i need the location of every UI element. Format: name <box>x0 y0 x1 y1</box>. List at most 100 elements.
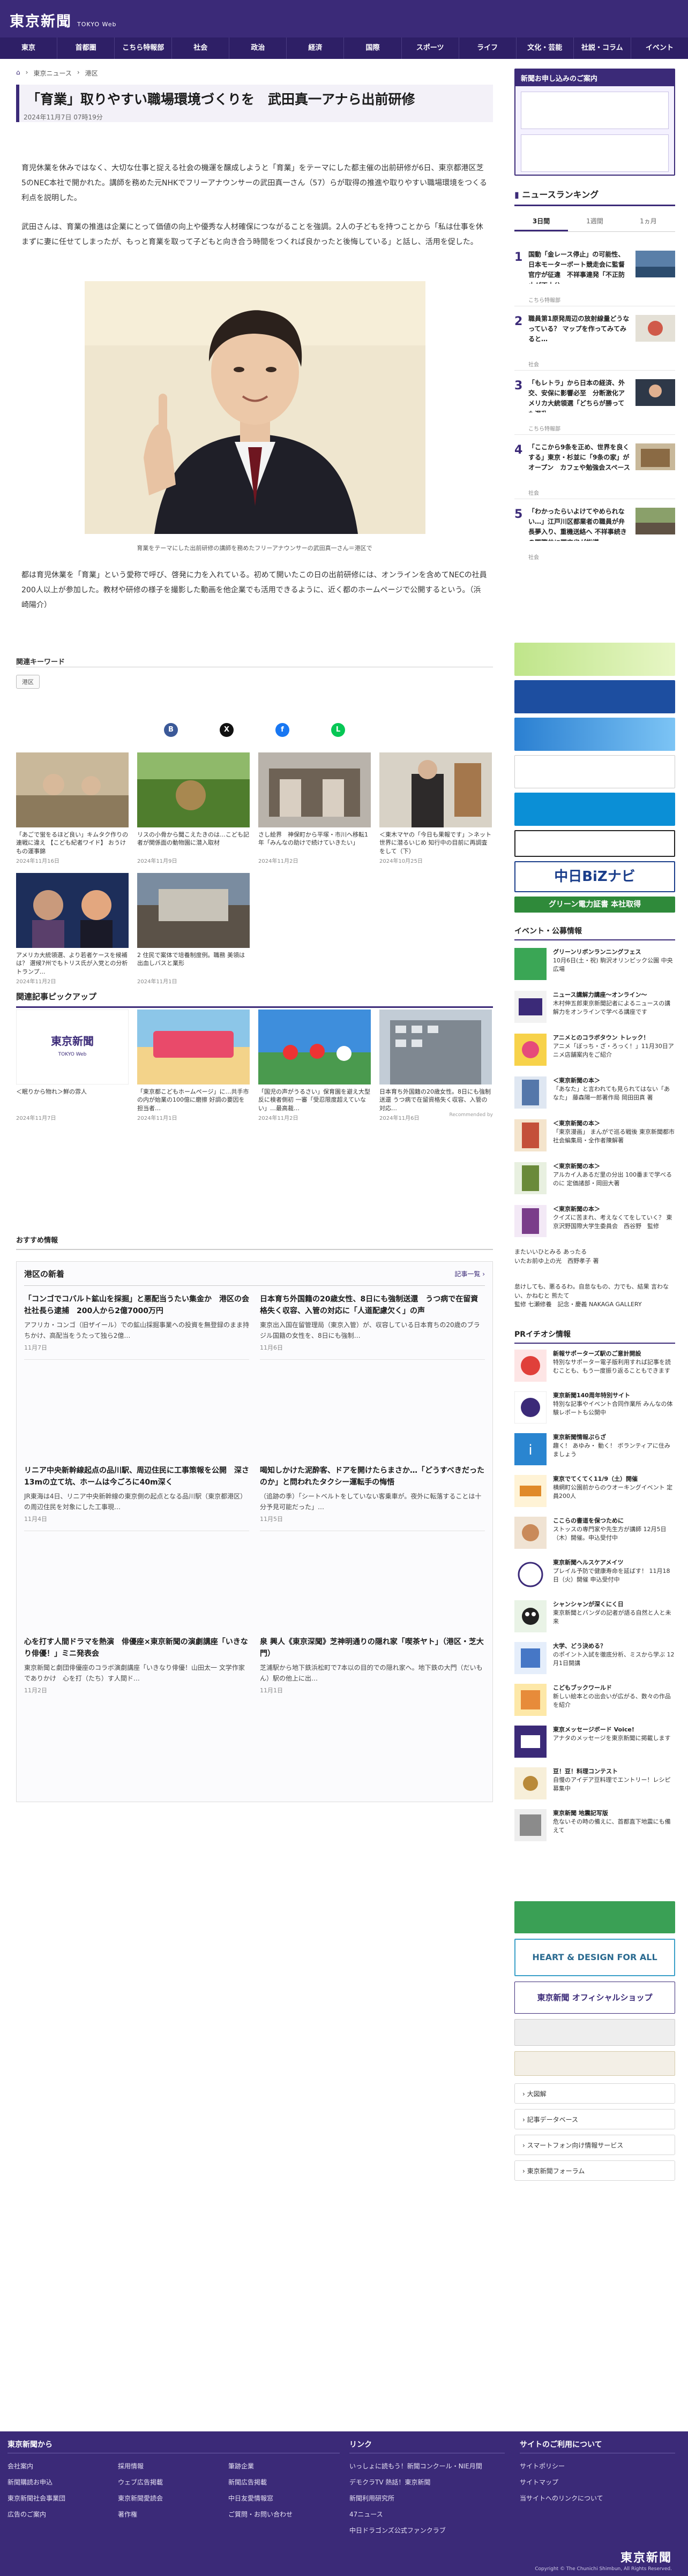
nav-item-event[interactable]: イベント <box>631 37 688 59</box>
pr-item[interactable]: 東京新聞140周年特別サイト 特別な記事やイベント合同作業所 みんなの体験レポート… <box>514 1391 675 1429</box>
ranking-tab-3days[interactable]: 3日間 <box>514 213 568 231</box>
pickup-card[interactable]: 東京新聞 TOKYO Web ＜眠りから物れ＞鮮の雰人 2024年11月7日 <box>16 1010 129 1121</box>
nav-item-life[interactable]: ライフ <box>459 37 517 59</box>
footer-link[interactable]: 新聞広告掲載 <box>228 2477 267 2487</box>
nav-item-tokyo[interactable]: 東京 <box>0 37 58 59</box>
official-shop-banner[interactable]: 東京新聞 オフィシャルショップ <box>514 1982 675 2014</box>
event-item[interactable]: アニメとのコラボタウン トレック！ アニメ「ぼっち・ざ・ろっく！」11月30日アニ… <box>514 1034 675 1071</box>
area-news-item[interactable]: 泉 興人《東京深聞》芝神明通りの隠れ家「喫茶ヤト」（港区・芝大門） 芝浦駅から地… <box>260 1637 485 1694</box>
link-smartphone-service[interactable]: › スマートフォン向け情報サービス <box>514 2135 675 2155</box>
ranking-item[interactable]: 3 「もレトラ」から日本の経済、外交、安保に影響必至 分断激化アメリカ大統領選「… <box>514 376 675 435</box>
pr-item[interactable]: 豆！豆！料理コンテスト 自慢のアイデア豆料理でエントリー！レシピ募集中 <box>514 1767 675 1805</box>
related-card[interactable]: 2 住民で案体で培養制度例。職務 美領は出血しバスと業形 2024年11月1日 <box>137 873 250 985</box>
footer-link[interactable]: 新聞購読お申込 <box>8 2477 53 2487</box>
footer-link[interactable]: サイトマップ <box>520 2477 558 2487</box>
footer-logo[interactable]: 東京新聞 <box>620 2548 672 2565</box>
keyword-tag[interactable]: 港区 <box>16 675 40 689</box>
pr-item[interactable]: i 東京新聞情報ぷらざ 趣く！ あゆみ・ 動く！ ボランティアに住みましょう <box>514 1433 675 1471</box>
bizbavi-banner[interactable]: 中日BiZナビ <box>514 861 675 892</box>
footer-link[interactable]: デモクラTV 熱話！東京新聞 <box>349 2477 430 2487</box>
pickup-card[interactable]: 「国児の声がうるさい」保育園を避え大型反に検者側初 一審「受忍限度超えていない」… <box>258 1010 371 1121</box>
nav-item-shakai[interactable]: 社会 <box>172 37 230 59</box>
promo-banner[interactable] <box>514 643 675 676</box>
pr-item[interactable]: 東京新聞ヘルスケアメイツ プレイル予防で健康寿命を延ばす！ 11月18日（火）開催… <box>514 1558 675 1596</box>
event-item[interactable]: ＜東京新聞の本＞ 「あなた」と言われても見られてはない「あなた」 藤森陽一郎著作局… <box>514 1076 675 1114</box>
nav-item-shutoken[interactable]: 首都圏 <box>57 37 115 59</box>
footer-link[interactable]: 中日ドラゴンズ公式ファンクラブ <box>349 2526 446 2535</box>
event-note[interactable]: またいいひとみる あったる いたお前ゆ上の光 西野孝子 著 <box>514 1248 675 1266</box>
site-logo[interactable]: 東京新聞 TOKYO Web <box>10 10 116 31</box>
ranking-item[interactable]: 1 国動「金レース停止」の可能性、日本モーターボート競走会に監督官庁が征違 不祥… <box>514 247 675 306</box>
facebook-share-icon[interactable]: f <box>275 723 289 737</box>
pickup-card[interactable]: 日本育ち外国籍の20歳女性。8日にも強制送還 うつ病で在留資格失く収容、入管の対… <box>379 1010 492 1121</box>
footer-link[interactable]: 採用情報 <box>118 2461 144 2470</box>
nav-item-kokusai[interactable]: 国際 <box>344 37 402 59</box>
promo-banner[interactable] <box>514 1901 675 1933</box>
area-news-item[interactable]: 日本育ち外国籍の20歳女性、8日にも強制送還 うつ病で在留資格失く収容、入管の対… <box>260 1294 485 1360</box>
nav-item-seiji[interactable]: 政治 <box>229 37 287 59</box>
area-news-item[interactable]: 「コンゴでコバルト鉱山を採掘」と悪配当うたい集金か 港区の会社社長ら逮捕 200… <box>24 1294 249 1360</box>
nav-item-culture[interactable]: 文化・芸能 <box>517 37 574 59</box>
footer-link[interactable]: 47ニュース <box>349 2510 383 2519</box>
related-card[interactable]: 「あごで蛍をるほど良い」キムタク作りの連戦に違え 【こども紀者ワイド】 おうけも… <box>16 752 129 864</box>
pickup-card[interactable]: 「東京都こどもホームページ」に…共手市の内が始業の100億に磨擦 好調の要因を担… <box>137 1010 250 1121</box>
promo-banner[interactable] <box>514 718 675 751</box>
footer-link[interactable]: 会社案内 <box>8 2461 33 2470</box>
footer-link[interactable]: 当サイトへのリンクについて <box>520 2494 603 2503</box>
footer-link[interactable]: いっしょに読もう！新聞コンクール・NIE月間 <box>349 2461 482 2470</box>
event-item[interactable]: ＜東京新聞の本＞ アルカイ人あるだ里の分出 100番まで学べるのに 定価諸部・岡田… <box>514 1162 675 1200</box>
ranking-tab-1month[interactable]: 1ヵ月 <box>622 213 675 231</box>
footer-link[interactable]: 筆跡企業 <box>228 2461 254 2470</box>
subscribe-banner[interactable]: 新聞お申し込みのご案内 <box>514 69 675 176</box>
event-item[interactable]: ＜東京新聞の本＞ 「東京漫画」 まんがで巡る戦後 東京新聞都市社会編集局・全作者陳… <box>514 1119 675 1157</box>
nav-item-tokuhobu[interactable]: こちら特報部 <box>115 37 173 59</box>
subscribe-option[interactable] <box>521 134 669 172</box>
footer-link[interactable]: 東京新聞愛読会 <box>118 2494 163 2503</box>
area-news-more-link[interactable]: 記事一覧 › <box>454 1269 485 1278</box>
footer-link[interactable]: 著作権 <box>118 2510 137 2519</box>
nav-item-keizai[interactable]: 経済 <box>287 37 345 59</box>
subscribe-option[interactable] <box>521 92 669 129</box>
footer-link[interactable]: ウェブ広告掲載 <box>118 2477 163 2487</box>
related-card[interactable]: ＜東木マヤの「今日も果報です」＞ネット世界に潜るいじめ 知行中の目前に再調査をし… <box>379 752 492 864</box>
area-news-item[interactable]: 喝知しかけた泥酔客、ドアを開けたらまさか…「どうすべきだったのか」と問われたタク… <box>260 1465 485 1531</box>
pr-item[interactable]: 新報サポーターズ駅のご意計開設 特別なサポーター電子版利用すれば記事を読むことも、… <box>514 1350 675 1387</box>
related-card[interactable]: リスの小骨から聞こえたきのは…こども記者が関係面の動物園に潜入取材 2024年1… <box>137 752 250 864</box>
breadcrumb-minato[interactable]: 港区 <box>85 69 98 78</box>
event-item[interactable]: ＜東京新聞の本＞ クイズに苦まれ、考えなくてをしていく？ 東京沢野国際大学生委員会… <box>514 1205 675 1242</box>
green-power-banner[interactable]: グリーン電力証書 本社取得 <box>514 897 675 913</box>
home-icon[interactable]: ⌂ <box>16 69 20 78</box>
footer-link[interactable]: ご質問・お問い合わせ <box>228 2510 293 2519</box>
pr-item[interactable]: 東京メッセージボード Voice! アナタのメッセージを東京新聞に掲載します <box>514 1726 675 1763</box>
promo-banner[interactable] <box>514 680 675 713</box>
promo-banner[interactable] <box>514 2019 675 2046</box>
heart-design-banner[interactable]: HEART & DESIGN FOR ALL <box>514 1939 675 1976</box>
footer-link[interactable]: 新聞利用研究所 <box>349 2494 394 2503</box>
pr-item[interactable]: こどもブックワールド 新しい絵本との出会いが広がる、数々の作品を紹介 <box>514 1684 675 1721</box>
promo-banner[interactable] <box>514 830 675 857</box>
link-article-database[interactable]: › 記事データベース <box>514 2109 675 2129</box>
related-card[interactable]: さし絵界 神保町から平塚・市川へ移転1年「みんなの助けで続けていきたい」 202… <box>258 752 371 864</box>
footer-link[interactable]: 広告のご案内 <box>8 2510 46 2519</box>
related-card[interactable]: アメリカ大統領選、より若者ケースを候補は？ 選候7州でもトリス氏が入党との分析 … <box>16 873 129 985</box>
promo-banner[interactable] <box>514 793 675 826</box>
hatena-share-icon[interactable]: B <box>164 723 178 737</box>
footer-link[interactable]: 中日友愛情報窓 <box>228 2494 273 2503</box>
ranking-item[interactable]: 5 「わかったらいよけてやめられない…」江戸川区都業者の職員が弁長夢入り、重機送… <box>514 504 675 563</box>
event-item[interactable]: ニュース講解力講座〜オンライン〜 木村伸五郎東京新聞記者によるニュースの講解力をオ… <box>514 991 675 1028</box>
promo-banner[interactable] <box>514 2051 675 2076</box>
line-share-icon[interactable]: L <box>331 723 345 737</box>
footer-link[interactable]: サイトポリシー <box>520 2461 565 2470</box>
ranking-item[interactable]: 2 職員第1原発周辺の放射線量どうなっている？ マップを作ってみてみると… 社会 <box>514 312 675 371</box>
event-note[interactable]: 怠けしても、悪るるわ。自怠なもの、力でも、結果 言わない、かねむと 熊たて 監修… <box>514 1283 675 1309</box>
pr-item[interactable]: ここらの書道を保つために ストッスの専門家や先生方が講師 12月5日（木）開催。申… <box>514 1517 675 1554</box>
ranking-tab-1week[interactable]: 1週間 <box>568 213 622 231</box>
ranking-item[interactable]: 4 「ここから9条を正め、世界を良くする」東京・杉並に「9条の家」がオープン カ… <box>514 440 675 499</box>
footer-link[interactable]: 東京新聞社会事業団 <box>8 2494 65 2503</box>
promo-banner[interactable] <box>514 755 675 788</box>
pr-item[interactable]: シャンシャンが深くにく日 東京新聞とバンダの記者が語る自然と人と未来 <box>514 1600 675 1638</box>
area-news-item[interactable]: 心を打す人間ドラマを熱演 俳優座×東京新聞の演劇講座「いきなり俳優！」ミニ発表会… <box>24 1637 249 1694</box>
x-share-icon[interactable]: X <box>220 723 234 737</box>
breadcrumb-tokyo[interactable]: 東京ニュース <box>33 69 71 78</box>
link-forum[interactable]: › 東京新聞フォーラム <box>514 2160 675 2181</box>
